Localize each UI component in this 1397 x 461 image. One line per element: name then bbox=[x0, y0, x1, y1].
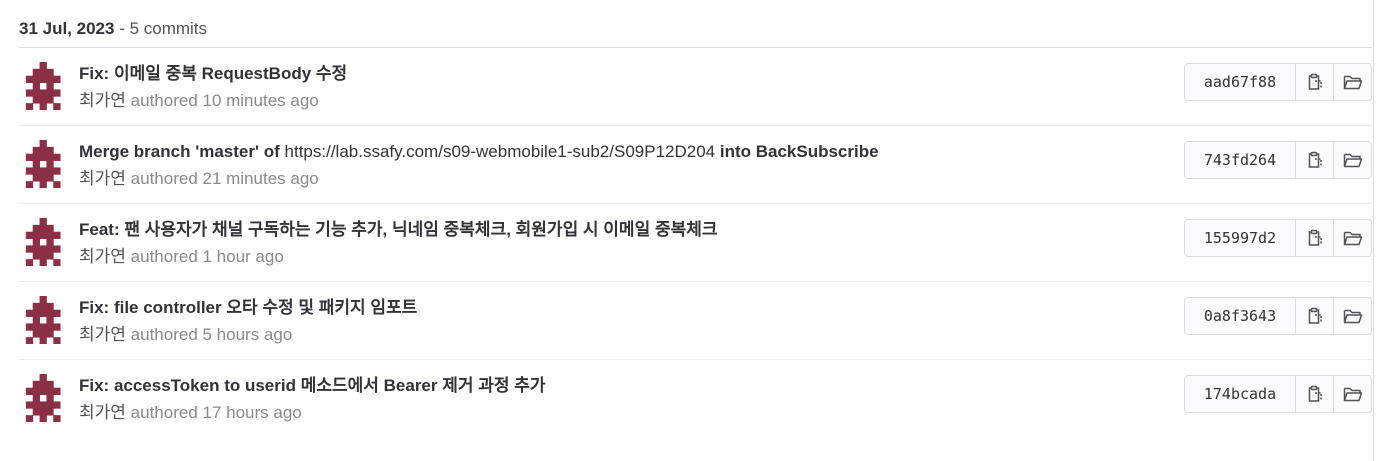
commit-actions: 743fd264 bbox=[1184, 141, 1372, 179]
commit-meta: 최가연 authored 5 hours ago bbox=[79, 323, 1159, 347]
author-avatar[interactable] bbox=[19, 218, 67, 266]
commit-title[interactable]: Fix: 이메일 중복 RequestBody 수정 bbox=[79, 62, 1159, 86]
commit-day-date: 31 Jul, 2023 bbox=[19, 19, 115, 38]
copy-sha-button[interactable] bbox=[1296, 142, 1334, 178]
commit-text: Feat: 팬 사용자가 채널 구독하는 기능 추가, 닉네임 중복체크, 회원… bbox=[79, 218, 1159, 269]
commit-authored-time: authored 5 hours ago bbox=[130, 325, 293, 344]
copy-sha-button[interactable] bbox=[1296, 298, 1334, 334]
commit-author[interactable]: 최가연 bbox=[79, 403, 126, 422]
commit-actions: 174bcada bbox=[1184, 375, 1372, 413]
folder-open-icon bbox=[1343, 153, 1362, 168]
commit-meta: 최가연 authored 17 hours ago bbox=[79, 401, 1159, 425]
copy-to-clipboard-icon bbox=[1308, 307, 1322, 324]
author-avatar[interactable] bbox=[19, 296, 67, 344]
author-avatar[interactable] bbox=[19, 62, 67, 110]
commit-day-count: 5 commits bbox=[129, 19, 208, 38]
commit-meta: 최가연 authored 1 hour ago bbox=[79, 245, 1159, 269]
commit-author[interactable]: 최가연 bbox=[79, 91, 126, 110]
copy-to-clipboard-icon bbox=[1308, 151, 1322, 168]
commit-author[interactable]: 최가연 bbox=[79, 169, 126, 188]
copy-sha-button[interactable] bbox=[1296, 64, 1334, 100]
author-avatar[interactable] bbox=[19, 140, 67, 188]
commit-sha-button[interactable]: 155997d2 bbox=[1185, 220, 1296, 256]
commit-title[interactable]: Fix: file controller 오타 수정 및 패키지 임포트 bbox=[79, 296, 1159, 320]
commit-authored-time: authored 1 hour ago bbox=[130, 247, 284, 266]
commit-actions: 155997d2 bbox=[1184, 219, 1372, 257]
author-avatar[interactable] bbox=[19, 374, 67, 422]
commit-sha-button[interactable]: 174bcada bbox=[1185, 376, 1296, 412]
folder-open-icon bbox=[1343, 231, 1362, 246]
commit-authored-time: authored 10 minutes ago bbox=[130, 91, 319, 110]
commit-actions: aad67f88 bbox=[1184, 63, 1372, 101]
scrollbar-track[interactable] bbox=[1373, 0, 1397, 461]
browse-files-button[interactable] bbox=[1334, 64, 1371, 100]
browse-files-button[interactable] bbox=[1334, 376, 1371, 412]
commit-sha-button[interactable]: aad67f88 bbox=[1185, 64, 1296, 100]
copy-sha-button[interactable] bbox=[1296, 220, 1334, 256]
browse-files-button[interactable] bbox=[1334, 220, 1371, 256]
commit-sha-button[interactable]: 743fd264 bbox=[1185, 142, 1296, 178]
commit-title-link[interactable]: https://lab.ssafy.com/s09-webmobile1-sub… bbox=[285, 142, 716, 161]
copy-sha-button[interactable] bbox=[1296, 376, 1334, 412]
commit-list: Fix: 이메일 중복 RequestBody 수정 최가연 authored … bbox=[19, 48, 1372, 438]
browse-files-button[interactable] bbox=[1334, 142, 1371, 178]
commit-text: Fix: 이메일 중복 RequestBody 수정 최가연 authored … bbox=[79, 62, 1159, 113]
commit-row: Fix: file controller 오타 수정 및 패키지 임포트 최가연… bbox=[19, 282, 1372, 360]
folder-open-icon bbox=[1343, 75, 1362, 90]
commit-row: Fix: 이메일 중복 RequestBody 수정 최가연 authored … bbox=[19, 48, 1372, 126]
commit-row: Fix: accessToken to userid 메소드에서 Bearer … bbox=[19, 360, 1372, 438]
commit-sha-button[interactable]: 0a8f3643 bbox=[1185, 298, 1296, 334]
commit-title[interactable]: Merge branch 'master' of https://lab.ssa… bbox=[79, 140, 1159, 164]
commit-day-header: 31 Jul, 2023 - 5 commits bbox=[19, 17, 207, 41]
commit-day-separator: - bbox=[114, 19, 130, 38]
commits-page: 31 Jul, 2023 - 5 commits Fix: 이메일 중복 Req… bbox=[0, 0, 1397, 461]
commit-author[interactable]: 최가연 bbox=[79, 325, 126, 344]
copy-to-clipboard-icon bbox=[1308, 229, 1322, 246]
commit-actions: 0a8f3643 bbox=[1184, 297, 1372, 335]
commit-title-suffix: into BackSubscribe bbox=[715, 142, 879, 161]
commit-authored-time: authored 21 minutes ago bbox=[130, 169, 319, 188]
commit-row: Merge branch 'master' of https://lab.ssa… bbox=[19, 126, 1372, 204]
commit-meta: 최가연 authored 10 minutes ago bbox=[79, 89, 1159, 113]
commit-text: Fix: accessToken to userid 메소드에서 Bearer … bbox=[79, 374, 1159, 425]
commit-title[interactable]: Fix: accessToken to userid 메소드에서 Bearer … bbox=[79, 374, 1159, 398]
commit-title[interactable]: Feat: 팬 사용자가 채널 구독하는 기능 추가, 닉네임 중복체크, 회원… bbox=[79, 218, 1159, 242]
folder-open-icon bbox=[1343, 309, 1362, 324]
folder-open-icon bbox=[1343, 387, 1362, 402]
commit-text: Fix: file controller 오타 수정 및 패키지 임포트 최가연… bbox=[79, 296, 1159, 347]
commit-text: Merge branch 'master' of https://lab.ssa… bbox=[79, 140, 1159, 191]
commit-author[interactable]: 최가연 bbox=[79, 247, 126, 266]
commit-meta: 최가연 authored 21 minutes ago bbox=[79, 167, 1159, 191]
copy-to-clipboard-icon bbox=[1308, 73, 1322, 90]
commit-row: Feat: 팬 사용자가 채널 구독하는 기능 추가, 닉네임 중복체크, 회원… bbox=[19, 204, 1372, 282]
browse-files-button[interactable] bbox=[1334, 298, 1371, 334]
commit-title-prefix: Merge branch 'master' of bbox=[79, 142, 285, 161]
copy-to-clipboard-icon bbox=[1308, 385, 1322, 402]
commit-authored-time: authored 17 hours ago bbox=[130, 403, 302, 422]
